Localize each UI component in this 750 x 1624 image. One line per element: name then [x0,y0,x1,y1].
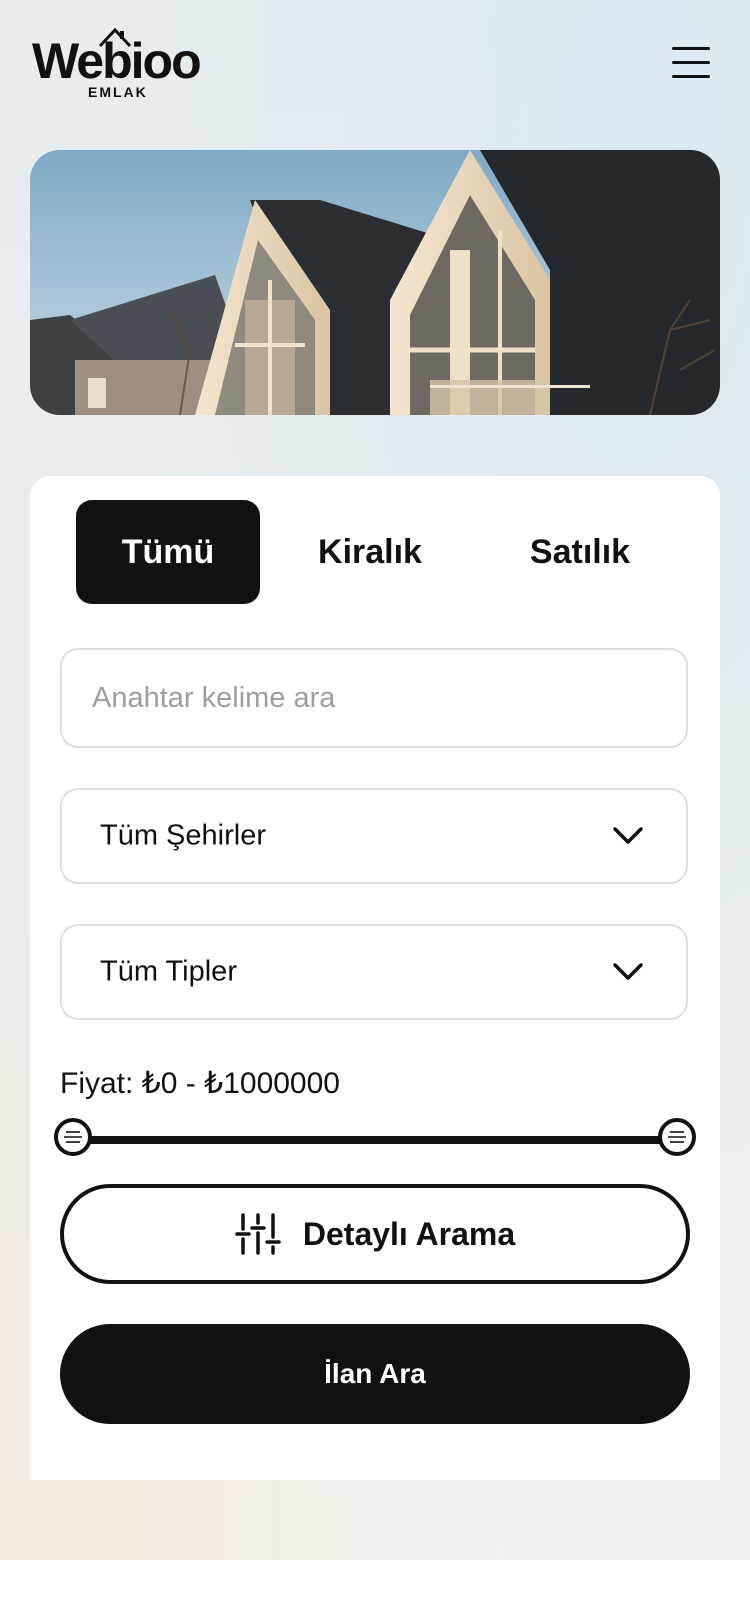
house-photo [30,150,720,415]
tab-all[interactable]: Tümü [76,500,260,604]
grip-icon [64,1131,82,1143]
hero-image [30,150,720,415]
city-select-value: Tüm Şehirler [100,819,266,852]
sliders-icon [235,1213,281,1255]
tab-rent[interactable]: Kiralık [280,500,460,604]
brand-name: Webioo [32,33,202,89]
grip-icon [668,1131,686,1143]
detailed-search-button[interactable]: Detaylı Arama [60,1184,690,1284]
tab-sale[interactable]: Satılık [480,500,680,604]
chevron-down-icon [613,827,643,844]
price-slider-min-handle[interactable] [54,1118,92,1156]
chevron-down-icon [613,963,643,980]
price-range-label: Fiyat: ₺0 - ₺1000000 [60,1067,340,1100]
city-select[interactable]: Tüm Şehirler [60,788,688,884]
type-select-value: Tüm Tipler [100,955,237,988]
brand-logo[interactable]: Webioo EMLAK [30,26,205,101]
hamburger-menu-icon[interactable] [672,45,712,79]
keyword-field [60,648,688,748]
price-slider-max-handle[interactable] [658,1118,696,1156]
detailed-search-label: Detaylı Arama [302,1215,516,1252]
site-header: Webioo EMLAK [0,0,750,130]
type-select[interactable]: Tüm Tipler [60,924,688,1020]
keyword-search-input[interactable] [62,650,686,746]
search-listings-button[interactable]: İlan Ara [60,1324,690,1424]
search-card: Tümü Kiralık Satılık Tüm Şehirler Tüm Ti… [30,476,720,1480]
tab-all-label: Tümü [121,532,215,571]
price-slider-track[interactable] [72,1136,678,1144]
tab-rent-label: Kiralık [318,532,422,571]
brand-subtitle: EMLAK [88,84,148,100]
search-listings-label: İlan Ara [324,1358,426,1389]
tab-sale-label: Satılık [529,532,631,571]
